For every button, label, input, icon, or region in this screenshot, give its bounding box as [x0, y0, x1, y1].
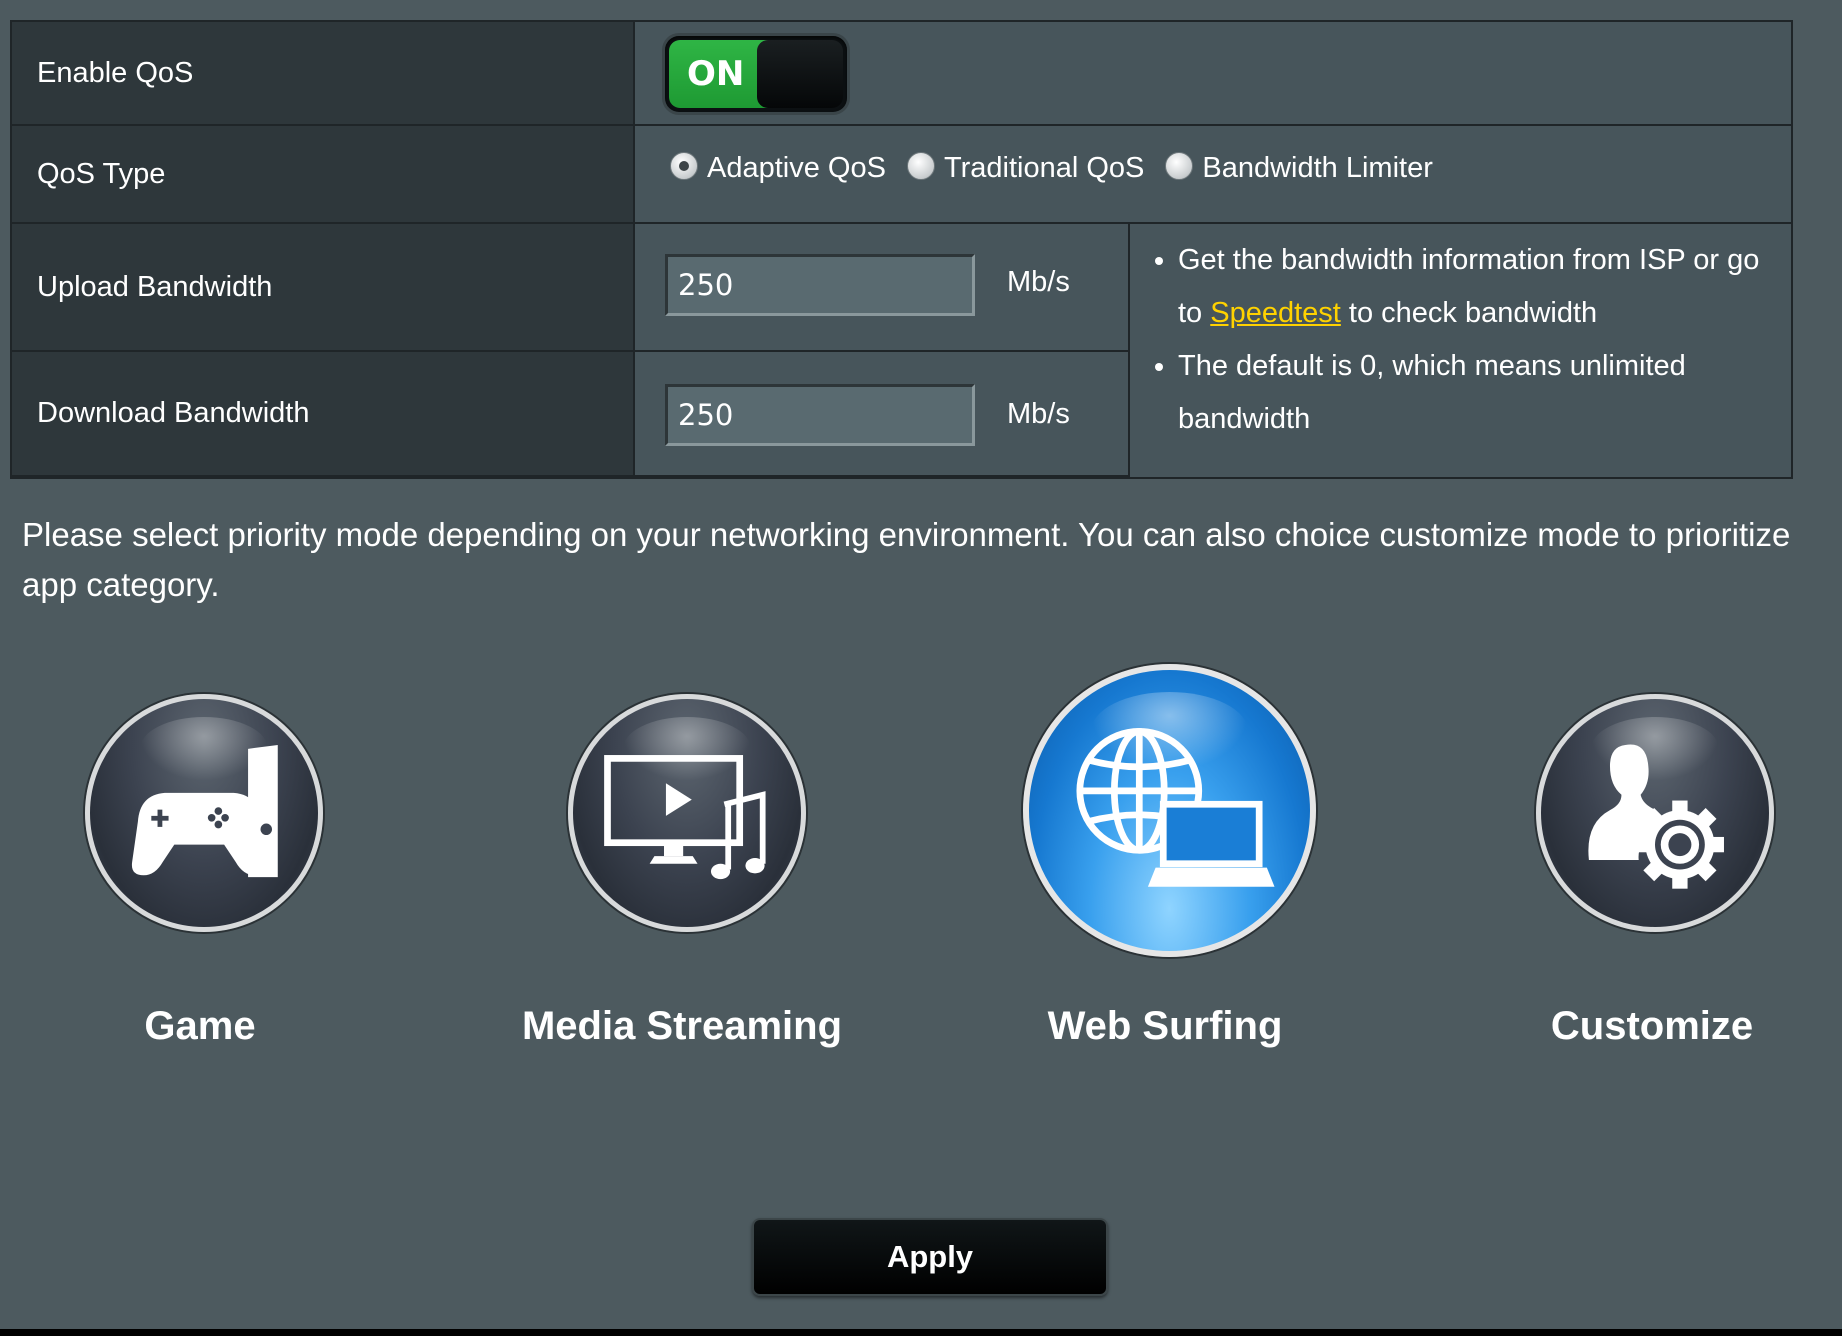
- mode-game-button[interactable]: [85, 694, 323, 932]
- download-bandwidth-value-cell: Mb/s: [635, 352, 1128, 475]
- mode-customize-label[interactable]: Customize: [1551, 1004, 1753, 1049]
- radio-label[interactable]: Traditional QoS: [944, 152, 1144, 185]
- qos-settings-table: Enable QoS ON QoS Type Adaptive QoS Trad…: [10, 20, 1793, 479]
- qos-type-row: QoS Type Adaptive QoS Traditional QoS Ba…: [12, 126, 1791, 224]
- qos-type-label: QoS Type: [12, 126, 635, 222]
- radio-button[interactable]: [906, 151, 935, 180]
- enable-qos-label: Enable QoS: [12, 22, 635, 124]
- mode-web-surfing-label[interactable]: Web Surfing: [1048, 1004, 1283, 1049]
- download-bandwidth-input[interactable]: [665, 384, 975, 446]
- radio-button[interactable]: [1165, 151, 1194, 180]
- radio-traditional-qos[interactable]: Traditional QoS: [906, 151, 1144, 185]
- download-bandwidth-label: Download Bandwidth: [12, 352, 635, 475]
- enable-qos-toggle[interactable]: ON: [665, 36, 847, 112]
- upload-bandwidth-input[interactable]: [665, 254, 975, 316]
- enable-qos-value-cell: ON: [635, 22, 1791, 124]
- mode-web-surfing-button[interactable]: [1023, 664, 1316, 957]
- speedtest-link[interactable]: Speedtest: [1210, 297, 1341, 329]
- game-console-icon: [131, 744, 278, 878]
- bandwidth-help-box: Get the bandwidth information from ISP o…: [1128, 224, 1791, 477]
- qos-type-value-cell: Adaptive QoS Traditional QoS Bandwidth L…: [635, 126, 1791, 222]
- apply-button[interactable]: Apply: [752, 1218, 1108, 1296]
- upload-unit: Mb/s: [1007, 266, 1070, 298]
- mode-media-streaming-button[interactable]: [568, 694, 806, 932]
- mode-customize-button[interactable]: [1536, 694, 1774, 932]
- web-surfing-icon: [1076, 728, 1275, 887]
- radio-adaptive-qos[interactable]: Adaptive QoS: [670, 151, 886, 185]
- media-streaming-icon: [604, 755, 766, 880]
- mode-media-streaming-label[interactable]: Media Streaming: [522, 1004, 842, 1049]
- radio-bandwidth-limiter[interactable]: Bandwidth Limiter: [1165, 151, 1433, 185]
- radio-button-checked[interactable]: [670, 151, 698, 180]
- help-item-isp: Get the bandwidth information from ISP o…: [1178, 234, 1791, 340]
- download-unit: Mb/s: [1007, 398, 1070, 430]
- help-text: to check bandwidth: [1340, 297, 1598, 329]
- priority-mode-description: Please select priority mode depending on…: [22, 516, 1791, 603]
- mode-game-label[interactable]: Game: [144, 1004, 255, 1049]
- bottom-border: [0, 1329, 1842, 1336]
- help-item-default: The default is 0, which means unlimited …: [1178, 340, 1791, 446]
- upload-bandwidth-value-cell: Mb/s: [635, 224, 1128, 350]
- qos-type-radio-group: Adaptive QoS Traditional QoS Bandwidth L…: [670, 151, 1454, 185]
- upload-bandwidth-label: Upload Bandwidth: [12, 224, 635, 350]
- radio-label[interactable]: Bandwidth Limiter: [1202, 152, 1433, 185]
- enable-qos-row: Enable QoS ON: [12, 22, 1791, 126]
- toggle-knob[interactable]: [757, 40, 843, 108]
- customize-user-gear-icon: [1588, 744, 1724, 889]
- radio-label[interactable]: Adaptive QoS: [707, 152, 886, 185]
